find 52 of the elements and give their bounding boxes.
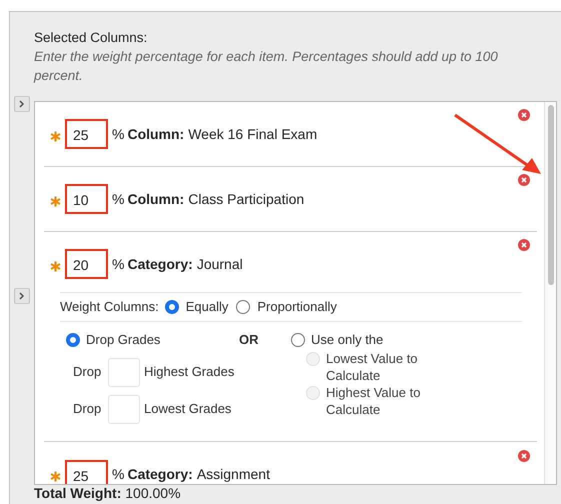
instructions-text: Enter the weight percentage for each item. Percentages should add up to 100 percent. (34, 48, 499, 85)
remove-icon[interactable] (518, 450, 530, 462)
category-label: Category: (127, 465, 193, 484)
percent-sign: % (112, 190, 124, 208)
asterisk-icon (50, 260, 61, 272)
radio-button[interactable] (164, 300, 179, 314)
drop-count-input[interactable] (108, 358, 140, 386)
option-label: Proportionally (257, 298, 337, 316)
column-label: Column: (127, 190, 184, 208)
remove-icon[interactable] (518, 239, 530, 251)
radio-button[interactable] (236, 300, 250, 314)
weight-columns-label: Weight Columns: (60, 298, 159, 316)
asterisk-icon (50, 471, 61, 482)
chevron-right-icon (19, 100, 25, 108)
chevron-right-icon (19, 292, 25, 300)
option-label: Drop Grades (86, 331, 160, 349)
section-title: Selected Columns: (34, 29, 148, 47)
asterisk-icon (50, 196, 61, 206)
total-weight-value: 100.00% (125, 485, 181, 501)
weight-input[interactable]: 20 (65, 249, 108, 279)
or-label: OR (238, 331, 260, 349)
scrollbar-thumb[interactable] (548, 105, 554, 285)
grades-label: Lowest Grades (144, 400, 232, 418)
item-name: Assignment (196, 465, 271, 484)
drop-label: Drop (73, 400, 102, 418)
option-label: Equally (186, 298, 228, 316)
total-weight-label: Total Weight: (34, 485, 122, 501)
remove-icon[interactable] (518, 174, 530, 186)
radio-button[interactable] (66, 332, 80, 347)
option-label: Lowest Value to Calculate (326, 350, 419, 384)
column-label: Column: (127, 124, 184, 144)
asterisk-icon (50, 130, 61, 142)
grades-label: Highest Grades (144, 363, 234, 382)
weight-input[interactable]: 10 (65, 184, 108, 214)
category-label: Category: (127, 254, 193, 274)
remove-icon[interactable] (518, 109, 530, 121)
drop-count-input[interactable] (108, 394, 140, 424)
item-name: Week 16 Final Exam (188, 124, 318, 144)
item-name: Class Participation (188, 190, 306, 209)
radio-button[interactable] (291, 332, 305, 347)
option-label: Highest Value to Calculate (326, 384, 422, 418)
drop-label: Drop (73, 363, 102, 382)
option-label: Use only the (311, 331, 384, 349)
percent-sign: % (112, 465, 124, 484)
item-name: Journal (196, 254, 244, 274)
weight-input[interactable]: 25 (65, 119, 108, 149)
expand-button[interactable] (14, 96, 30, 112)
percent-sign: % (112, 124, 124, 144)
expand-button[interactable] (14, 288, 30, 304)
percent-sign: % (112, 254, 124, 274)
weight-input[interactable]: 25 (65, 460, 108, 484)
scrollbar[interactable] (544, 102, 556, 484)
